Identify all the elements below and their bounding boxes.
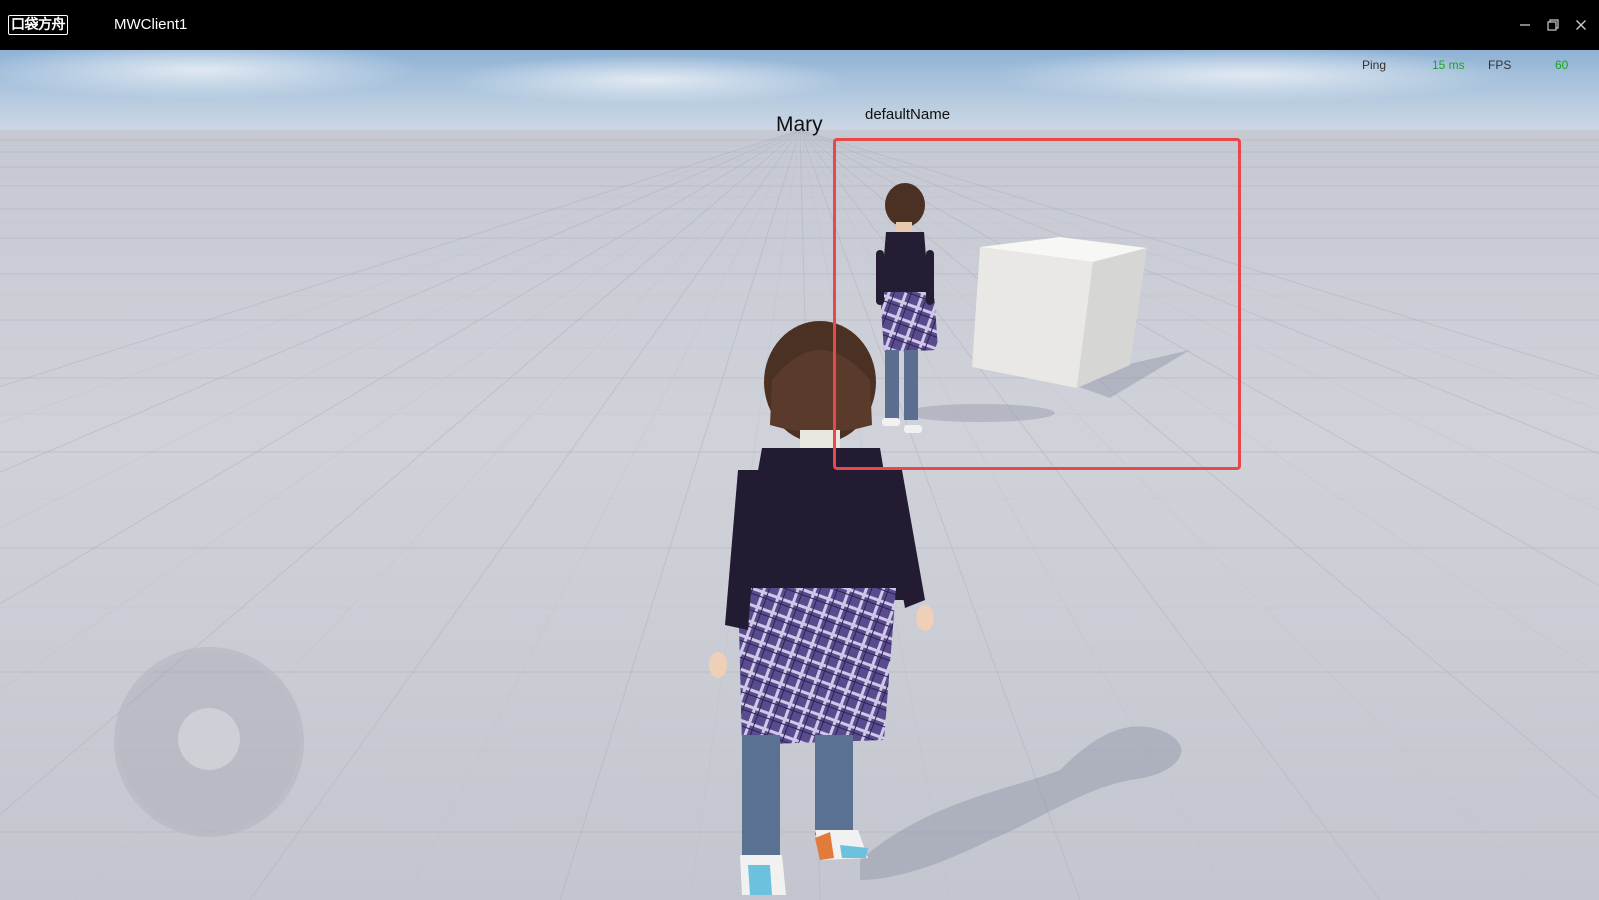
close-button[interactable] <box>1567 0 1595 50</box>
title-bar[interactable]: 口袋方舟 MWClient1 <box>0 0 1599 50</box>
selection-highlight-box <box>833 138 1241 470</box>
restore-button[interactable] <box>1539 0 1567 50</box>
joystick-knob[interactable] <box>178 708 240 770</box>
minimize-icon <box>1520 24 1530 26</box>
minimize-button[interactable] <box>1511 0 1539 50</box>
window-controls <box>1511 0 1599 50</box>
window-title: MWClient1 <box>114 16 188 33</box>
close-icon <box>1576 20 1586 30</box>
object-nameplate: defaultName <box>865 106 951 123</box>
ping-value: 15 ms <box>1432 58 1465 72</box>
app-logo: 口袋方舟 <box>8 15 68 35</box>
fps-value: 60 <box>1555 58 1569 72</box>
fps-label: FPS <box>1488 58 1512 72</box>
restore-icon <box>1547 19 1559 31</box>
ping-label: Ping <box>1362 58 1387 72</box>
player-nameplate: Mary <box>776 113 823 136</box>
game-client-window: 口袋方舟 MWClient1 Ping 15 ms FPS 60 Mary de… <box>0 0 1599 900</box>
